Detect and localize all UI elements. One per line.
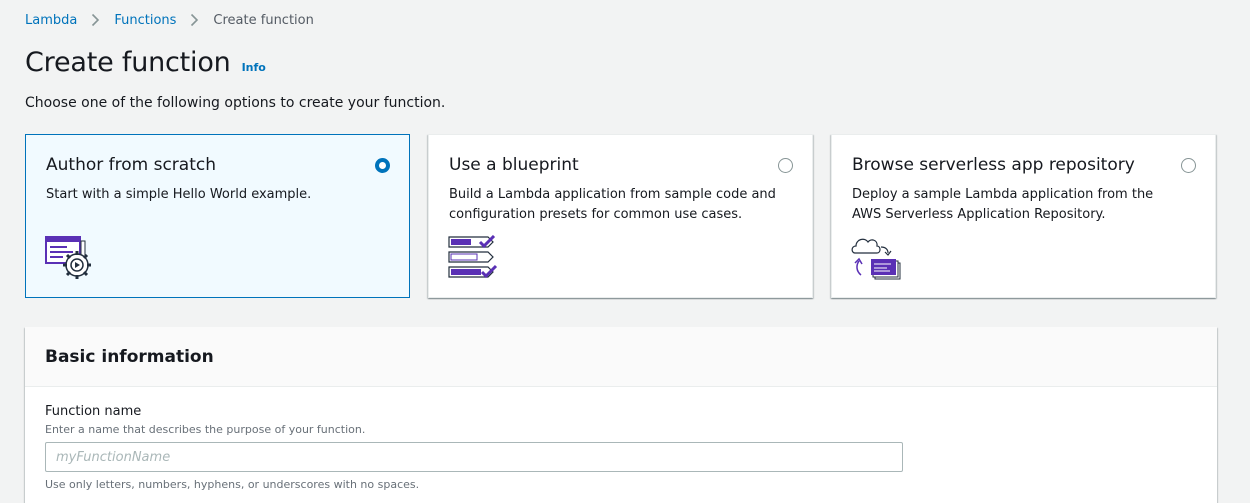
cloud-repository-icon: [851, 235, 903, 285]
breadcrumb-lambda-link[interactable]: Lambda: [25, 13, 77, 28]
panel-title: Basic information: [45, 347, 214, 367]
option-description: Start with a simple Hello World example.: [46, 187, 312, 202]
title-row: Create function Info: [25, 47, 266, 78]
function-name-description: Enter a name that describes the purpose …: [45, 423, 366, 436]
create-function-page: Lambda Functions Create function Create …: [0, 0, 1250, 503]
option-title: Author from scratch: [46, 155, 216, 175]
function-name-input[interactable]: [45, 442, 903, 472]
option-radio[interactable]: [778, 158, 793, 173]
chevron-right-icon: [91, 13, 100, 27]
option-author-from-scratch[interactable]: Author from scratch Start with a simple …: [25, 134, 410, 298]
option-title: Use a blueprint: [449, 155, 579, 175]
option-description: Build a Lambda application from sample c…: [449, 187, 776, 222]
function-name-label: Function name: [45, 404, 142, 419]
info-link[interactable]: Info: [242, 61, 266, 74]
breadcrumb-functions-link[interactable]: Functions: [114, 13, 176, 28]
page-description: Choose one of the following options to c…: [25, 95, 446, 111]
option-radio[interactable]: [1181, 158, 1196, 173]
option-description: Deploy a sample Lambda application from …: [852, 187, 1154, 222]
blueprint-checklist-icon: [448, 234, 500, 285]
page-title: Create function: [25, 47, 231, 78]
basic-information-panel: Basic information Function name Enter a …: [25, 327, 1217, 503]
panel-header: Basic information: [25, 327, 1217, 387]
breadcrumb-current: Create function: [213, 12, 314, 28]
option-radio[interactable]: [375, 158, 390, 173]
option-use-a-blueprint[interactable]: Use a blueprint Build a Lambda applicati…: [428, 134, 813, 298]
option-title: Browse serverless app repository: [852, 155, 1135, 175]
function-name-hint: Use only letters, numbers, hyphens, or u…: [45, 478, 420, 491]
breadcrumb: Lambda Functions Create function: [25, 11, 314, 29]
option-browse-serverless-app-repository[interactable]: Browse serverless app repository Deploy …: [831, 134, 1216, 298]
chevron-right-icon: [190, 13, 199, 27]
code-gear-icon: [45, 235, 95, 285]
